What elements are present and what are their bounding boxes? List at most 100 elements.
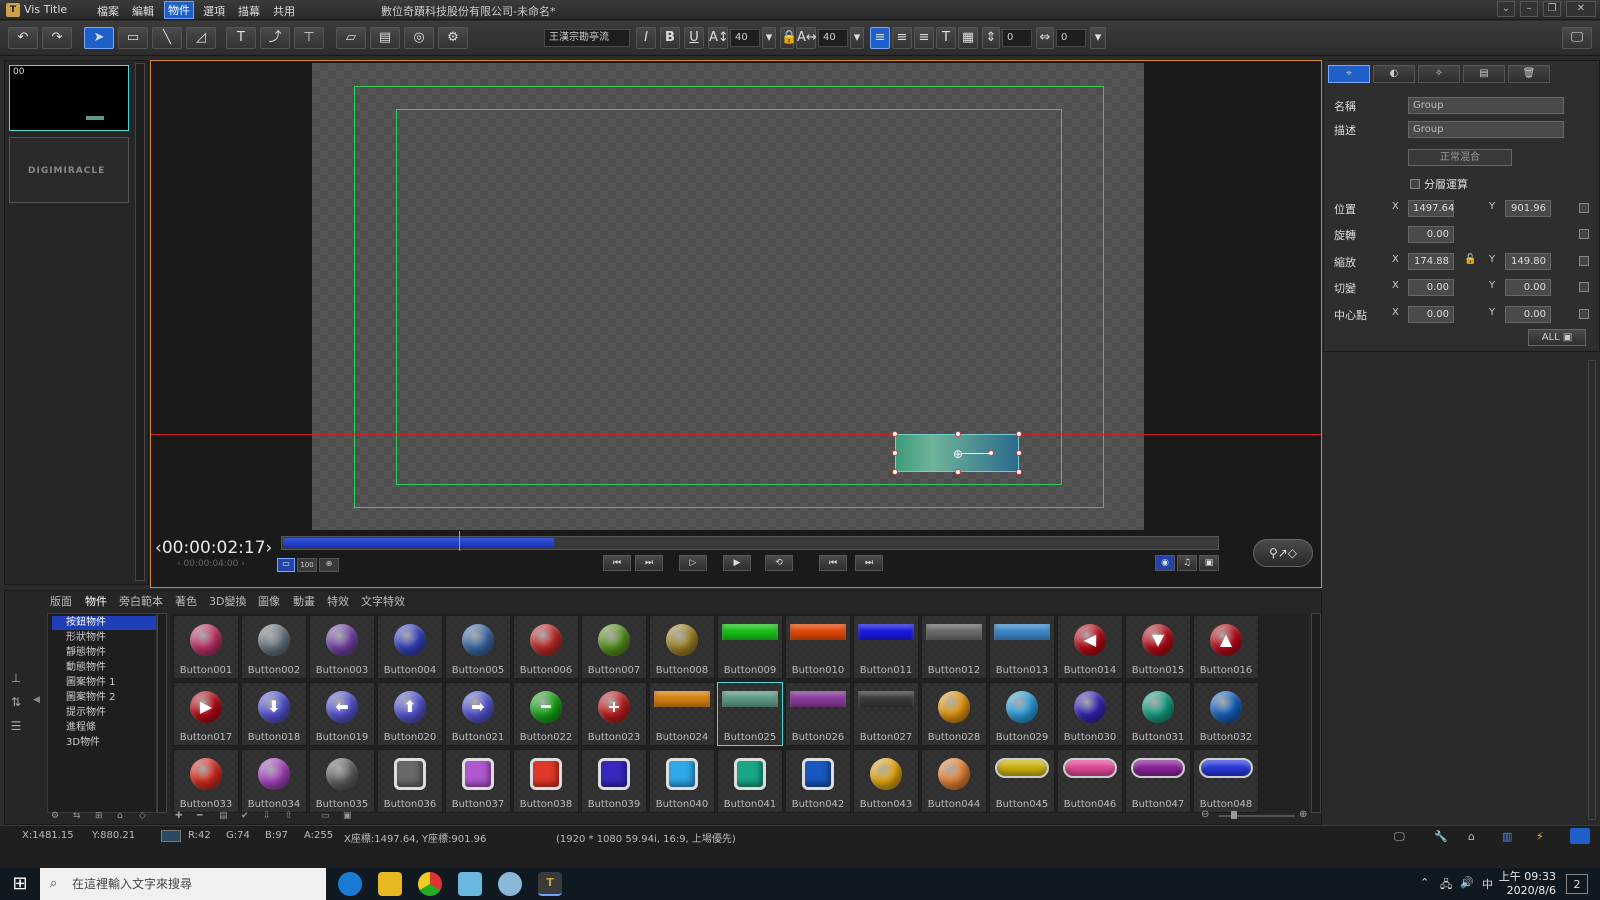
bold-icon[interactable]: B [660, 27, 680, 49]
zoom-in-icon[interactable]: ⊕ [1299, 809, 1307, 820]
scale-y-input[interactable]: 149.80 [1505, 253, 1551, 270]
rotation-input[interactable]: 0.00 [1408, 226, 1454, 243]
library-item[interactable]: Button039 [581, 749, 647, 813]
wrench-icon[interactable]: 🔧 [1434, 830, 1448, 843]
tree-item[interactable]: 形狀物件 [52, 631, 156, 645]
library-item[interactable]: Button044 [921, 749, 987, 813]
library-item[interactable]: Button041 [717, 749, 783, 813]
library-item[interactable]: Button012 [921, 615, 987, 679]
layer-calc-checkbox[interactable] [1410, 179, 1420, 189]
page-thumbnail[interactable]: DIGIMIRACLE [9, 137, 129, 203]
tree-item[interactable]: 圖案物件 2 [52, 691, 156, 705]
selected-button-object[interactable]: ⊕ [892, 431, 1022, 475]
library-item[interactable]: Button025 [717, 682, 783, 746]
polygon-tool-icon[interactable]: ◿ [186, 27, 216, 49]
restore-icon[interactable]: ❐ [1543, 1, 1561, 17]
italic-icon[interactable]: I [636, 27, 656, 49]
remove-item-icon[interactable]: ━ [197, 811, 202, 821]
library-item[interactable]: Button026 [785, 682, 851, 746]
library-item[interactable]: Button047 [1125, 749, 1191, 813]
library-item[interactable]: Button004 [377, 615, 443, 679]
tab-effects-icon[interactable]: ✧ [1418, 65, 1460, 83]
skew-x-input[interactable]: 0.00 [1408, 279, 1454, 296]
loop-icon[interactable]: ⟲ [765, 555, 793, 571]
description-field[interactable]: Group [1408, 121, 1564, 138]
text-tool-icon[interactable]: T [226, 27, 256, 49]
library-item[interactable]: ▼ Button015 [1125, 615, 1191, 679]
library-item[interactable]: Button005 [445, 615, 511, 679]
timeline-track[interactable] [281, 531, 1219, 551]
resize-handle[interactable] [1016, 450, 1022, 456]
tray-chevron-icon[interactable]: ⌃ [1420, 876, 1429, 889]
font-height-input[interactable]: 40 [730, 29, 760, 47]
tab-transform-icon[interactable]: ⌖ [1328, 65, 1370, 83]
home-icon[interactable]: ⌂ [1468, 830, 1475, 843]
volume-icon[interactable]: 🔊 [1460, 876, 1474, 889]
menu-share[interactable]: 共用 [273, 3, 295, 19]
horizontal-guide-line[interactable] [151, 434, 1321, 435]
image-icon[interactable]: ▣ [343, 811, 352, 821]
tab-effects[interactable]: 特效 [327, 593, 349, 609]
fit-view-icon[interactable]: ▭ [277, 558, 295, 572]
dropdown-arrow-icon[interactable]: ▾ [850, 27, 864, 49]
more-dropdown-icon[interactable]: ▾ [1090, 27, 1106, 49]
scale-x-input[interactable]: 174.88 [1408, 253, 1454, 270]
menu-options[interactable]: 選項 [203, 3, 225, 19]
library-item[interactable]: Button002 [241, 615, 307, 679]
library-item[interactable]: ▶ Button017 [173, 682, 239, 746]
minimize-icon[interactable]: – [1520, 1, 1538, 17]
output-icon[interactable]: ▣ [1199, 555, 1219, 571]
library-item[interactable]: Button024 [649, 682, 715, 746]
blend-mode-select[interactable]: 正常混合 [1408, 149, 1512, 166]
tree-action-icon[interactable]: ⊞ [95, 811, 103, 821]
vis-title-taskbar-icon[interactable]: T [538, 872, 562, 896]
table-icon[interactable]: ▦ [958, 27, 978, 49]
tree-item[interactable]: 3D物件 [52, 736, 156, 750]
library-item[interactable]: Button009 [717, 615, 783, 679]
select-tool-icon[interactable]: ➤ [84, 27, 114, 49]
tree-scrollbar[interactable] [157, 613, 167, 813]
tab-animation[interactable]: 動畫 [293, 593, 315, 609]
library-item[interactable]: Button045 [989, 749, 1055, 813]
library-item[interactable]: ◀ Button014 [1057, 615, 1123, 679]
tab-text-effects[interactable]: 文字特效 [361, 593, 405, 609]
dropdown-arrow-icon[interactable]: ▾ [762, 27, 776, 49]
tab-narration-template[interactable]: 旁白範本 [119, 593, 163, 609]
tree-item[interactable]: 進程條 [52, 721, 156, 735]
grid-view-icon[interactable]: ▤ [219, 811, 228, 821]
library-item[interactable]: ▲ Button016 [1193, 615, 1259, 679]
resize-handle[interactable] [955, 431, 961, 437]
layout-icon[interactable]: ▥ [1502, 830, 1512, 843]
export-icon[interactable]: ⇧ [285, 811, 293, 821]
library-item[interactable]: Button038 [513, 749, 579, 813]
notification-icon[interactable]: 2 [1566, 874, 1588, 894]
library-item[interactable]: Button046 [1057, 749, 1123, 813]
go-start-icon[interactable]: ⏮ [819, 555, 847, 571]
sort-icon[interactable]: ⇅ [7, 695, 25, 711]
app-icon[interactable] [498, 872, 522, 896]
scale-keyframe-checkbox[interactable] [1579, 256, 1589, 266]
center-crosshair-icon[interactable]: ⊕ [953, 447, 963, 461]
library-item[interactable]: ➡ Button021 [445, 682, 511, 746]
tree-item[interactable]: 按鈕物件 [52, 616, 156, 630]
library-item[interactable]: ━ Button022 [513, 682, 579, 746]
edge-browser-icon[interactable] [338, 872, 362, 896]
menu-object[interactable]: 物件 [164, 1, 194, 19]
text-frame-icon[interactable]: T [936, 27, 956, 49]
tab-document-icon[interactable]: ▤ [1463, 65, 1505, 83]
resize-handle[interactable] [955, 469, 961, 475]
monitor-icon[interactable]: 🖵 [1562, 27, 1592, 49]
ime-indicator[interactable]: 中 [1482, 876, 1493, 892]
library-item[interactable]: Button007 [581, 615, 647, 679]
monitor-small-icon[interactable]: ▭ [321, 811, 330, 821]
library-item[interactable]: Button036 [377, 749, 443, 813]
center-keyframe-checkbox[interactable] [1579, 309, 1589, 319]
play-icon[interactable]: ▶ [723, 555, 751, 571]
library-item[interactable]: + Button023 [581, 682, 647, 746]
library-item[interactable]: Button029 [989, 682, 1055, 746]
network-icon[interactable]: 🖧 [1440, 876, 1452, 895]
zoom-custom-icon[interactable]: ⊕ [319, 558, 339, 572]
tree-item[interactable]: 靜態物件 [52, 646, 156, 660]
library-item[interactable]: Button013 [989, 615, 1055, 679]
skew-keyframe-checkbox[interactable] [1579, 282, 1589, 292]
